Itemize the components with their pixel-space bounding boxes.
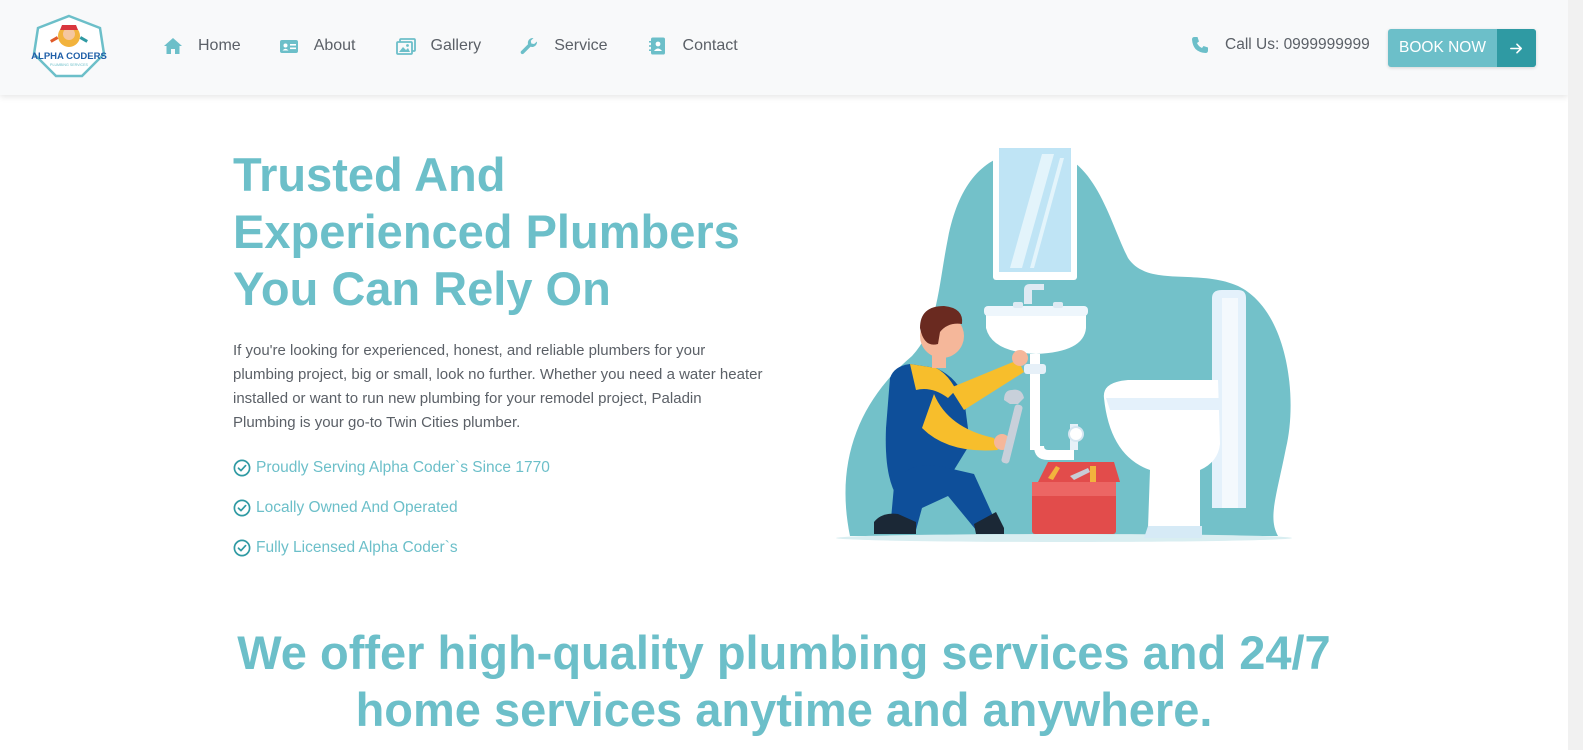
book-now-button[interactable]: BOOK NOW <box>1388 29 1536 67</box>
home-icon <box>164 38 182 54</box>
nav-item-home[interactable]: Home <box>163 36 241 56</box>
phone-icon <box>1192 37 1208 53</box>
call-us-text: Call Us: 0999999999 <box>1225 36 1370 53</box>
nav-item-service[interactable]: Service <box>519 36 608 56</box>
plumber-illustration <box>798 98 1334 558</box>
call-us[interactable]: Call Us: 0999999999 <box>1190 35 1370 55</box>
hero-description: If you're looking for experienced, hones… <box>233 342 763 431</box>
feature-text: Fully Licensed Alpha Coder`s <box>256 539 458 556</box>
feature-text: Locally Owned And Operated <box>256 499 458 516</box>
feature-text: Proudly Serving Alpha Coder`s Since 1770 <box>256 459 550 476</box>
svg-text:PLUMBING SERVICES: PLUMBING SERVICES <box>50 63 88 67</box>
feature-item: Fully Licensed Alpha Coder`s <box>233 538 550 558</box>
contact-card-icon <box>648 37 665 55</box>
nav-item-label: Home <box>198 37 241 54</box>
feature-list: Proudly Serving Alpha Coder`s Since 1770… <box>233 458 550 578</box>
feature-item: Locally Owned And Operated <box>233 498 550 518</box>
nav-item-contact[interactable]: Contact <box>648 36 738 56</box>
image-icon <box>395 38 416 55</box>
main-nav: Home About Gallery Service Contact <box>163 36 738 56</box>
nav-item-about[interactable]: About <box>279 36 356 56</box>
services-heading: We offer high-quality plumbing services … <box>237 626 1331 736</box>
nav-item-gallery[interactable]: Gallery <box>395 36 482 56</box>
book-now-label: BOOK NOW <box>1399 39 1486 56</box>
nav-item-label: About <box>313 37 356 54</box>
brand-logo[interactable]: ALPHA CODERS PLUMBING SERVICES <box>30 14 108 80</box>
check-circle-icon <box>233 459 251 477</box>
site-header: ALPHA CODERS PLUMBING SERVICES Home Abou… <box>0 0 1568 95</box>
page-scrollbar[interactable] <box>1568 0 1583 750</box>
check-circle-icon <box>233 499 251 517</box>
hero-title: Trusted And Experienced Plumbers You Can… <box>233 148 740 315</box>
nav-item-label: Contact <box>682 37 738 54</box>
nav-item-label: Service <box>554 37 608 54</box>
wrench-icon <box>520 37 538 55</box>
svg-text:ALPHA CODERS: ALPHA CODERS <box>31 51 107 62</box>
nav-item-label: Gallery <box>430 37 482 54</box>
feature-item: Proudly Serving Alpha Coder`s Since 1770 <box>233 458 550 478</box>
arrow-right-icon <box>1497 29 1536 67</box>
check-circle-icon <box>233 539 251 557</box>
id-card-icon <box>279 40 298 53</box>
